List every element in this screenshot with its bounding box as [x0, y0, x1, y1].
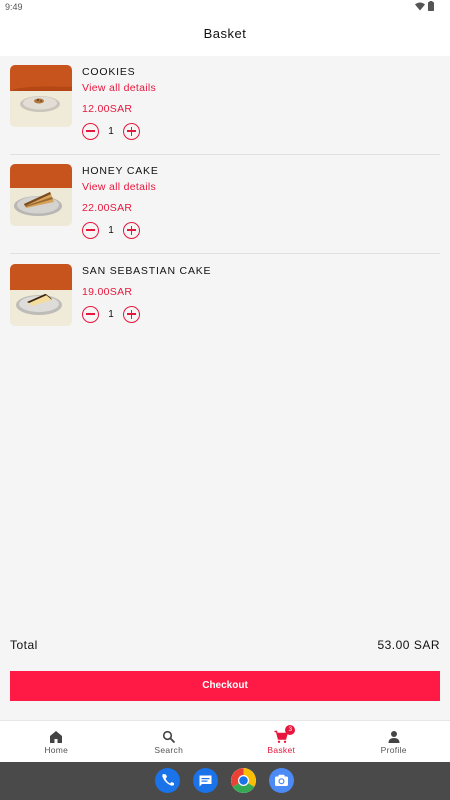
decrease-quantity-button[interactable] — [82, 221, 99, 239]
quantity-value: 1 — [108, 125, 114, 137]
divider — [10, 154, 440, 155]
cart-item: HONEY CAKE View all details 22.00SAR 1 — [10, 164, 440, 254]
product-image-honey-cake[interactable] — [10, 164, 72, 226]
increase-quantity-button[interactable] — [123, 305, 140, 323]
messages-icon[interactable] — [193, 768, 218, 793]
phone-icon[interactable] — [155, 768, 180, 793]
app-dock — [155, 768, 294, 793]
product-image-san-sebastian-cake[interactable] — [10, 264, 72, 326]
nav-label: Search — [154, 745, 184, 755]
nav-item-search[interactable]: Search — [113, 721, 226, 762]
cart-count-badge: 3 — [285, 725, 296, 735]
checkout-button[interactable]: Checkout — [10, 671, 440, 701]
quantity-value: 1 — [108, 224, 114, 236]
item-name: SAN SEBASTIAN CAKE — [82, 265, 212, 277]
app-header: Basket — [0, 14, 450, 56]
nav-label: Profile — [380, 745, 407, 755]
chrome-icon[interactable] — [231, 768, 256, 793]
item-price: 22.00SAR — [82, 202, 133, 214]
minus-icon — [86, 313, 95, 315]
increase-quantity-button[interactable] — [123, 221, 140, 239]
total-value: 53.00 SAR — [377, 638, 440, 652]
increase-quantity-button[interactable] — [123, 122, 140, 140]
camera-icon[interactable] — [269, 768, 294, 793]
status-bar: 9:49 — [0, 0, 450, 14]
total-row: Total 53.00 SAR — [10, 638, 440, 654]
page-title: Basket — [203, 26, 247, 41]
search-icon — [162, 730, 175, 744]
cart-item: SAN SEBASTIAN CAKE 19.00SAR 1 — [10, 264, 440, 354]
view-details-link[interactable]: View all details — [82, 82, 156, 94]
quantity-stepper: 1 — [82, 221, 140, 239]
nav-item-basket[interactable]: 3 Basket — [225, 721, 338, 762]
product-image-cookies[interactable] — [10, 65, 72, 127]
divider — [10, 253, 440, 254]
nav-item-home[interactable]: Home — [0, 721, 113, 762]
decrease-quantity-button[interactable] — [82, 305, 99, 323]
bottom-nav: Home Search 3 Basket Profile — [0, 720, 450, 762]
wifi-icon — [415, 2, 425, 10]
item-name: HONEY CAKE — [82, 165, 159, 177]
quantity-value: 1 — [108, 308, 114, 320]
home-icon — [50, 731, 63, 743]
nav-label: Basket — [267, 745, 296, 755]
decrease-quantity-button[interactable] — [82, 122, 99, 140]
view-details-link[interactable]: View all details — [82, 181, 156, 193]
minus-icon — [86, 130, 95, 132]
status-icons — [415, 1, 434, 11]
quantity-stepper: 1 — [82, 122, 140, 140]
total-label: Total — [10, 638, 38, 652]
minus-icon — [86, 229, 95, 231]
nav-label: Home — [44, 745, 69, 755]
system-navigation-bar — [0, 762, 450, 800]
nav-item-profile[interactable]: Profile — [338, 721, 450, 762]
person-icon — [388, 731, 400, 743]
item-name: COOKIES — [82, 66, 136, 78]
item-price: 19.00SAR — [82, 286, 133, 298]
battery-icon — [428, 1, 434, 11]
cart-item: COOKIES View all details 12.00SAR 1 — [10, 65, 440, 155]
quantity-stepper: 1 — [82, 305, 140, 323]
item-price: 12.00SAR — [82, 103, 133, 115]
status-time: 9:49 — [5, 2, 23, 12]
